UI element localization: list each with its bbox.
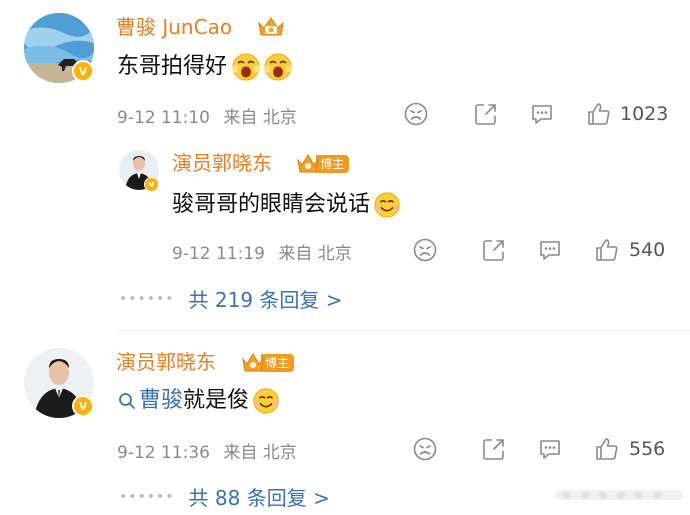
comment-user-name[interactable]: 演员郭晓东 xyxy=(172,150,272,176)
comment-text: 曹骏 就是俊 xyxy=(117,386,280,416)
comment-text: 骏哥哥的眼睛会说话 xyxy=(172,190,401,220)
smile-emoji-icon xyxy=(374,192,400,218)
comment-body: 骏哥哥的眼睛会说话 xyxy=(172,192,371,217)
crown-icon xyxy=(297,154,319,173)
thumbs-up-icon[interactable] xyxy=(594,237,620,263)
comment-body: 东哥拍得好 xyxy=(117,54,228,79)
share-icon[interactable] xyxy=(481,436,507,462)
comment-text: 东哥拍得好 xyxy=(117,52,293,82)
verified-badge-icon: V xyxy=(72,60,94,82)
share-icon[interactable] xyxy=(481,237,507,263)
divider-dots: •••••• xyxy=(119,488,175,505)
sad-face-icon[interactable] xyxy=(403,101,429,127)
thumbs-up-icon[interactable] xyxy=(594,436,620,462)
comment-icon[interactable] xyxy=(529,101,555,127)
blogger-badge-label: 博主 xyxy=(316,155,350,173)
comment-user-name[interactable]: 曹骏 JunCao xyxy=(116,14,232,40)
mention-link[interactable]: 曹骏 xyxy=(117,386,183,416)
share-icon[interactable] xyxy=(473,101,499,127)
comment-source: 来自 北京 xyxy=(278,244,352,264)
like-count: 556 xyxy=(629,438,666,460)
thumbs-up-icon[interactable] xyxy=(586,101,612,127)
view-replies-label[interactable]: 共 219 条回复 > xyxy=(189,284,343,313)
crown-icon xyxy=(242,353,264,372)
comment-meta: 9-12 11:19 来自 北京 xyxy=(172,239,352,264)
search-icon xyxy=(119,393,135,409)
comment-time: 9-12 11:19 xyxy=(172,244,265,264)
blogger-badge-label: 博主 xyxy=(261,354,295,372)
blogger-badge: 博主 xyxy=(296,153,350,175)
verified-badge-icon: V xyxy=(144,177,159,192)
comment-source: 来自 北京 xyxy=(223,443,297,463)
comment-body: 就是俊 xyxy=(183,388,250,413)
smile-emoji-icon xyxy=(253,388,279,414)
comment-meta: 9-12 11:10 来自 北京 xyxy=(117,103,297,128)
like-count: 540 xyxy=(629,239,666,261)
crown-icon xyxy=(258,17,284,36)
sad-face-icon[interactable] xyxy=(412,237,438,263)
blogger-badge: 博主 xyxy=(241,352,295,374)
comment-time: 9-12 11:36 xyxy=(117,443,210,463)
like-count: 1023 xyxy=(620,103,669,125)
surprised-face-emoji-icon xyxy=(263,53,293,81)
watermark-icon xyxy=(555,490,683,500)
comment-meta: 9-12 11:36 来自 北京 xyxy=(117,438,297,463)
comment-icon[interactable] xyxy=(537,237,563,263)
divider-dots: •••••• xyxy=(119,290,175,307)
comment-icon[interactable] xyxy=(537,436,563,462)
surprised-face-emoji-icon xyxy=(231,53,261,81)
view-replies-link[interactable]: •••••• 共 88 条回复 > xyxy=(119,482,330,511)
comment-user-name[interactable]: 演员郭晓东 xyxy=(116,349,216,375)
view-replies-label[interactable]: 共 88 条回复 > xyxy=(189,482,330,511)
verified-badge-icon: V xyxy=(72,395,94,417)
sad-face-icon[interactable] xyxy=(412,436,438,462)
comment-time: 9-12 11:10 xyxy=(117,108,210,128)
mention-name[interactable]: 曹骏 xyxy=(139,386,183,416)
comment-divider xyxy=(117,330,690,331)
view-replies-link[interactable]: •••••• 共 219 条回复 > xyxy=(119,284,343,313)
comment-source: 来自 北京 xyxy=(223,108,297,128)
